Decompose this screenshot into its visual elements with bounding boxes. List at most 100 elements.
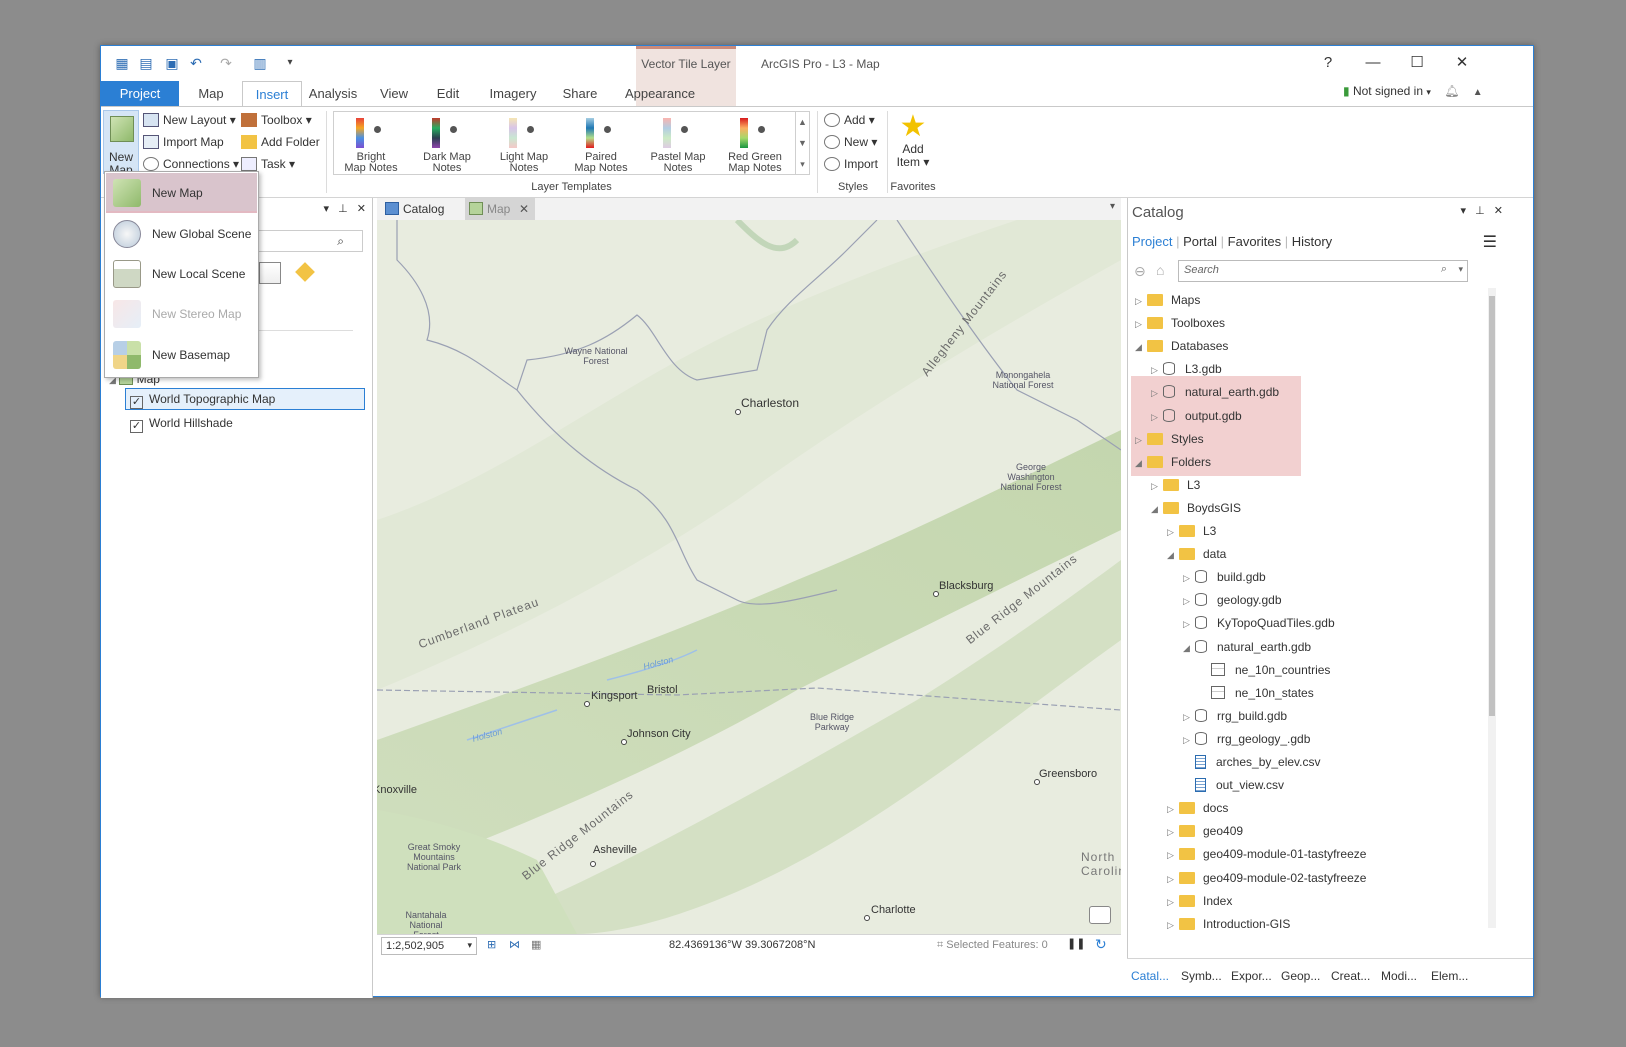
maximize-button[interactable]: ☐ bbox=[1402, 52, 1432, 74]
expand-toggle-icon[interactable]: ◢ bbox=[1135, 453, 1147, 473]
tab-catalog-view[interactable]: Catalog bbox=[381, 198, 461, 220]
expand-toggle-icon[interactable]: ▷ bbox=[1183, 730, 1195, 750]
minimize-button[interactable]: — bbox=[1358, 52, 1388, 74]
pin-icon[interactable]: ⊥ bbox=[1475, 205, 1485, 217]
task-button[interactable]: Task ▾ bbox=[241, 157, 295, 171]
catalog-item[interactable]: ▷ KyTopoQuadTiles.gdb bbox=[1183, 613, 1335, 633]
undo-icon[interactable]: ↶ bbox=[187, 54, 205, 72]
menu-item-new-map[interactable]: New Map bbox=[106, 173, 257, 213]
close-pane-icon[interactable]: ✕ bbox=[357, 203, 366, 215]
tab-analysis[interactable]: Analysis bbox=[303, 81, 363, 107]
template-red-green-map-notes[interactable]: Red Green Map Notes bbox=[720, 114, 790, 174]
catalog-search-input[interactable]: Search ⌕ ▾ bbox=[1178, 260, 1468, 282]
expand-toggle-icon[interactable]: ▷ bbox=[1151, 407, 1163, 427]
catalog-item[interactable]: ▷ geology.gdb bbox=[1183, 590, 1282, 610]
gallery-expand-icon[interactable]: ▾ bbox=[795, 154, 809, 175]
catalog-item[interactable]: ◢ natural_earth.gdb bbox=[1183, 637, 1311, 657]
catalog-scrollbar[interactable] bbox=[1488, 288, 1496, 928]
expand-toggle-icon[interactable]: ▷ bbox=[1135, 314, 1147, 334]
tab-appearance[interactable]: Appearance bbox=[621, 81, 699, 107]
pane-options-icon[interactable]: ▾ bbox=[1461, 205, 1467, 217]
expand-toggle-icon[interactable]: ▷ bbox=[1151, 476, 1163, 496]
tab-map[interactable]: Map bbox=[183, 81, 239, 107]
table-grid-icon[interactable]: ▦ bbox=[531, 938, 541, 951]
gallery-scroll-up-icon[interactable]: ▲ bbox=[795, 112, 809, 133]
template-light-map-notes[interactable]: Light Map Notes bbox=[489, 114, 559, 174]
catalog-tab-history[interactable]: History bbox=[1292, 234, 1332, 249]
redo-icon[interactable]: ↷ bbox=[217, 54, 235, 72]
tab-imagery[interactable]: Imagery bbox=[479, 81, 547, 107]
expand-toggle-icon[interactable]: ▷ bbox=[1167, 915, 1179, 935]
map-legend-toggle-icon[interactable] bbox=[1089, 906, 1111, 924]
catalog-tab-favorites[interactable]: Favorites bbox=[1228, 234, 1281, 249]
styles-add-button[interactable]: Add ▾ bbox=[824, 113, 875, 127]
bottom-tab-modify[interactable]: Modi... bbox=[1381, 969, 1417, 983]
close-tab-icon[interactable]: ✕ bbox=[519, 198, 529, 220]
bell-icon[interactable]: 🔔︎ bbox=[1444, 84, 1459, 98]
catalog-item[interactable]: ▷ rrg_geology_.gdb bbox=[1183, 729, 1310, 749]
catalog-item[interactable]: ne_10n_states bbox=[1199, 683, 1314, 703]
back-icon[interactable]: ⊖ bbox=[1134, 263, 1146, 280]
catalog-item[interactable]: ▷ Introduction-GIS bbox=[1167, 914, 1290, 934]
signin-status[interactable]: ▮ Not signed in ▾ 🔔︎ ▲ bbox=[1343, 84, 1483, 98]
tab-insert[interactable]: Insert bbox=[242, 81, 302, 108]
map-view[interactable]: Charleston Wayne National Forest Alleghe… bbox=[377, 220, 1121, 934]
layer-row-world-topographic-map[interactable]: ✓ World Topographic Map bbox=[125, 388, 365, 410]
layer-checkbox[interactable]: ✓ bbox=[130, 420, 143, 433]
template-bright-map-notes[interactable]: Bright Map Notes bbox=[336, 114, 406, 174]
expand-toggle-icon[interactable]: ◢ bbox=[1135, 337, 1147, 357]
layer-row-world-hillshade[interactable]: ✓ World Hillshade bbox=[130, 416, 233, 433]
contents-search-input[interactable]: ⌕ bbox=[251, 230, 363, 252]
expand-toggle-icon[interactable]: ▷ bbox=[1183, 614, 1195, 634]
save-project-icon[interactable]: ▣ bbox=[163, 54, 181, 72]
pause-icon[interactable]: ❚❚ bbox=[1067, 937, 1085, 950]
new-map-button[interactable]: New Map bbox=[103, 110, 139, 177]
catalog-item[interactable]: ◢ BoydsGIS bbox=[1151, 498, 1241, 518]
template-paired-map-notes[interactable]: Paired Map Notes bbox=[566, 114, 636, 174]
expand-toggle-icon[interactable]: ▷ bbox=[1183, 568, 1195, 588]
tab-map-view[interactable]: Map ✕ bbox=[465, 198, 535, 220]
catalog-item[interactable]: ▷ Styles bbox=[1135, 429, 1204, 449]
catalog-item[interactable]: ▷ L3.gdb bbox=[1151, 359, 1222, 379]
catalog-tab-portal[interactable]: Portal bbox=[1183, 234, 1217, 249]
menu-item-new-basemap[interactable]: New Basemap bbox=[106, 335, 257, 375]
catalog-item[interactable]: ▷ L3 bbox=[1167, 521, 1216, 541]
menu-item-new-global-scene[interactable]: New Global Scene bbox=[106, 214, 257, 254]
bottom-tab-create[interactable]: Creat... bbox=[1331, 969, 1370, 983]
catalog-item[interactable]: out_view.csv bbox=[1183, 775, 1284, 795]
refresh-icon[interactable]: ↻ bbox=[1095, 936, 1107, 953]
catalog-item[interactable]: ▷ docs bbox=[1167, 798, 1228, 818]
catalog-item[interactable]: ◢ Databases bbox=[1135, 336, 1228, 356]
catalog-item[interactable]: ▷ Toolboxes bbox=[1135, 313, 1225, 333]
expand-toggle-icon[interactable]: ▷ bbox=[1151, 383, 1163, 403]
expand-toggle-icon[interactable]: ▷ bbox=[1167, 522, 1179, 542]
bottom-tab-symbology[interactable]: Symb... bbox=[1181, 969, 1222, 983]
expand-toggle-icon[interactable]: ◢ bbox=[1151, 499, 1163, 519]
expand-toggle-icon[interactable]: ▷ bbox=[1167, 845, 1179, 865]
menu-item-new-local-scene[interactable]: New Local Scene bbox=[106, 254, 257, 294]
expand-toggle-icon[interactable]: ◢ bbox=[1167, 545, 1179, 565]
tab-share[interactable]: Share bbox=[553, 81, 607, 107]
catalog-item[interactable]: ▷ geo409 bbox=[1167, 821, 1243, 841]
snapping-icon[interactable]: ⋈ bbox=[509, 938, 520, 951]
catalog-item[interactable]: ▷ geo409-module-01-tastyfreeze bbox=[1167, 844, 1366, 864]
connections-button[interactable]: Connections ▾ bbox=[143, 157, 239, 171]
catalog-item[interactable]: ▷ Maps bbox=[1135, 290, 1200, 310]
pin-icon[interactable]: ⊥ bbox=[338, 203, 348, 215]
open-project-icon[interactable]: ▤ bbox=[137, 54, 155, 72]
customize-qat-icon[interactable]: ▾ bbox=[281, 54, 299, 72]
catalog-item[interactable]: arches_by_elev.csv bbox=[1183, 752, 1321, 772]
bottom-tab-element[interactable]: Elem... bbox=[1431, 969, 1468, 983]
catalog-item[interactable]: ◢ Folders bbox=[1135, 452, 1211, 472]
collapse-ribbon-icon[interactable]: ▲ bbox=[1473, 87, 1483, 98]
import-map-button[interactable]: Import Map bbox=[143, 135, 224, 149]
bottom-tab-export[interactable]: Expor... bbox=[1231, 969, 1272, 983]
styles-import-button[interactable]: Import bbox=[824, 157, 878, 171]
hamburger-menu-icon[interactable]: ☰ bbox=[1483, 232, 1497, 252]
catalog-item[interactable]: ne_10n_countries bbox=[1199, 660, 1330, 680]
catalog-tab-project[interactable]: Project bbox=[1132, 234, 1172, 249]
expand-toggle-icon[interactable]: ▷ bbox=[1167, 799, 1179, 819]
template-pastel-map-notes[interactable]: Pastel Map Notes bbox=[643, 114, 713, 174]
selected-features-status[interactable]: ⌗ Selected Features: 0 bbox=[937, 939, 1048, 952]
catalog-item[interactable]: ▷ L3 bbox=[1151, 475, 1200, 495]
